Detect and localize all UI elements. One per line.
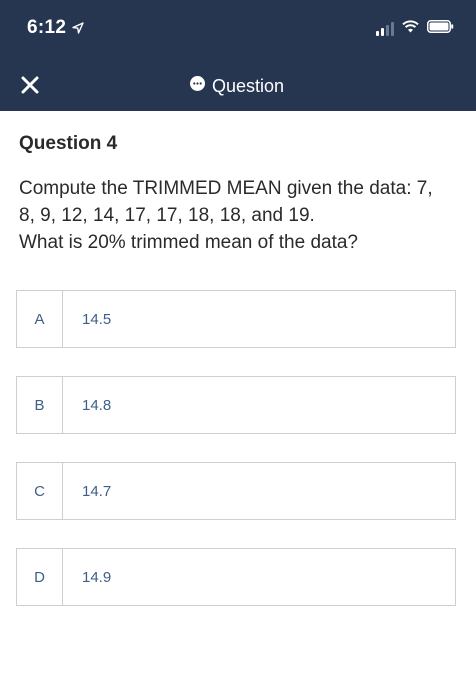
option-value: 14.5 [82,310,112,328]
close-button[interactable] [17,74,43,100]
nav-title: Question [189,74,284,98]
status-time-text: 6:12 [27,17,67,38]
cellular-signal-icon [376,22,394,36]
status-icons [376,20,454,38]
option-letter: C [17,463,63,519]
option-b[interactable]: B 14.8 [16,376,456,434]
question-heading: Question 4 [19,133,118,154]
status-time: 6:12 [27,17,84,39]
option-value: 14.9 [82,568,112,586]
option-value: 14.7 [82,482,112,500]
question-text: Compute the TRIMMED MEAN given the data:… [19,175,459,256]
wifi-icon [402,20,419,38]
option-d[interactable]: D 14.9 [16,548,456,606]
option-letter: B [17,377,63,433]
chat-bubble-icon [189,75,206,97]
close-icon [20,75,40,100]
option-a[interactable]: A 14.5 [16,290,456,348]
option-letter: A [17,291,63,347]
nav-title-text: Question [212,75,285,96]
option-letter: D [17,549,63,605]
question-line-1: Compute the TRIMMED MEAN given the data:… [19,178,433,199]
location-arrow-icon [72,22,84,34]
option-value: 14.8 [82,396,112,414]
question-line-2: 8, 9, 12, 14, 17, 17, 18, 18, and 19. [19,205,315,226]
battery-icon [427,20,454,38]
option-c[interactable]: C 14.7 [16,462,456,520]
question-line-3: What is 20% trimmed mean of the data? [19,232,358,253]
top-header: 6:12 Question [0,0,476,111]
